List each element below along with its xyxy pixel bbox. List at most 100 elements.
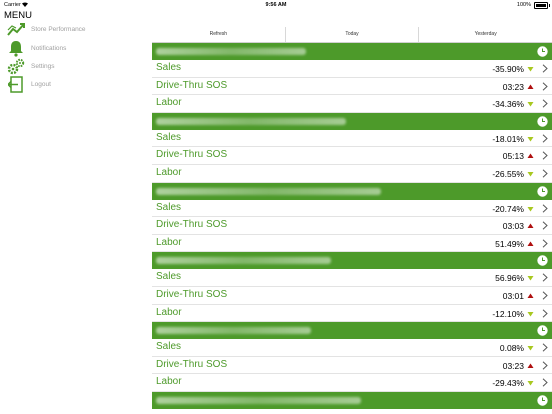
chevron-right-icon[interactable]	[542, 239, 548, 248]
store-name-redacted	[156, 396, 361, 404]
metric-value: -34.36%	[492, 99, 524, 110]
metric-label: Drive-Thru SOS	[156, 149, 228, 161]
metric-value: -35.90%	[492, 64, 524, 74]
metric-label: Sales	[156, 62, 182, 73]
sidebar-item-settings[interactable]: Settings	[6, 57, 146, 75]
clock-icon[interactable]	[537, 185, 548, 197]
status-bar: Carrier 9:56 AM 100%	[0, 0, 552, 10]
store-name-redacted	[156, 187, 381, 195]
chevron-right-icon[interactable]	[542, 169, 548, 178]
store-header[interactable]	[152, 322, 552, 340]
trend-up-icon	[527, 84, 534, 89]
metric-row[interactable]: Drive-Thru SOS 03:23	[152, 356, 552, 375]
metric-label: Drive-Thru SOS	[156, 288, 228, 300]
metric-value: -12.10%	[492, 308, 524, 319]
chevron-right-icon[interactable]	[542, 343, 548, 352]
clock-icon[interactable]	[537, 116, 548, 127]
trend-up-icon	[527, 363, 534, 368]
metric-label: Sales	[156, 271, 182, 283]
chevron-right-icon[interactable]	[542, 308, 548, 318]
metric-value: 05:13	[502, 151, 524, 162]
trend-down-icon	[527, 136, 534, 142]
metric-row[interactable]: Labor 51.49%	[152, 234, 552, 253]
sidebar-item-notifications[interactable]: Notifications	[6, 39, 146, 57]
trend-down-icon	[527, 206, 534, 212]
metric-row[interactable]: Drive-Thru SOS 03:23	[152, 77, 552, 96]
metric-row[interactable]: Sales 0.08%	[152, 339, 552, 357]
metric-value: 03:23	[502, 81, 524, 92]
metric-value: -26.55%	[492, 168, 524, 179]
clock-icon[interactable]	[537, 395, 548, 406]
metric-value: -18.01%	[492, 133, 524, 144]
bell-icon	[6, 39, 26, 57]
metric-row[interactable]: Drive-Thru SOS 03:01	[152, 286, 552, 305]
metric-row[interactable]: Labor -34.36%	[152, 95, 552, 113]
metric-label: Labor	[156, 306, 182, 318]
metric-label: Labor	[156, 97, 182, 109]
metric-row[interactable]: Sales -18.01%	[152, 129, 552, 148]
trend-up-icon	[527, 293, 534, 298]
chevron-right-icon[interactable]	[542, 378, 548, 387]
metric-value: 56.96%	[495, 273, 524, 284]
sidebar-item-label: Store Performance	[31, 25, 86, 33]
metric-label: Drive-Thru SOS	[156, 358, 228, 370]
chevron-right-icon[interactable]	[542, 291, 548, 300]
store-header[interactable]	[152, 112, 552, 130]
tab-today[interactable]: Today	[284, 27, 419, 42]
trend-down-icon	[527, 102, 534, 107]
metric-label: Labor	[156, 376, 182, 388]
metric-row[interactable]: Labor -29.43%	[152, 374, 552, 392]
metric-value: -20.74%	[492, 203, 524, 214]
metric-row[interactable]: Labor -26.55%	[152, 164, 552, 183]
chevron-right-icon[interactable]	[542, 134, 548, 143]
trend-up-icon	[527, 153, 534, 159]
metric-row[interactable]: Drive-Thru SOS 03:03	[152, 217, 552, 235]
trend-up-icon	[527, 241, 534, 246]
store-list: Sales -35.90% Drive-Thru SOS 03:23 Labor -34.…	[152, 43, 552, 409]
store-header[interactable]	[152, 182, 552, 200]
clock-icon[interactable]	[537, 325, 548, 336]
metric-value: -29.43%	[492, 378, 524, 389]
clock-time: 9:56 AM	[265, 2, 287, 8]
chevron-right-icon[interactable]	[542, 361, 548, 370]
logout-icon	[6, 75, 26, 93]
store-name-redacted	[156, 257, 331, 265]
period-tabs: Refresh Today Yesterday	[152, 27, 552, 43]
sidebar-item-label: Notifications	[31, 44, 67, 52]
sidebar-item-store-performance[interactable]: Store Performance	[6, 20, 146, 38]
chevron-right-icon[interactable]	[542, 273, 548, 282]
metric-row[interactable]: Sales -20.74%	[152, 199, 552, 218]
chevron-right-icon[interactable]	[542, 64, 548, 73]
clock-icon[interactable]	[537, 46, 548, 57]
chevron-right-icon[interactable]	[542, 221, 548, 230]
clock-icon[interactable]	[537, 255, 548, 267]
chevron-right-icon[interactable]	[542, 82, 548, 91]
trend-down-icon	[527, 171, 534, 177]
store-header[interactable]	[152, 43, 552, 60]
metric-value: 03:03	[502, 221, 524, 232]
tab-yesterday[interactable]: Yesterday	[418, 27, 552, 42]
metric-row[interactable]: Sales 56.96%	[152, 269, 552, 287]
store-performance-panel: Refresh Today Yesterday Sales -35.90% Driv…	[152, 27, 552, 414]
metric-label: Sales	[156, 131, 182, 143]
chevron-right-icon[interactable]	[542, 151, 548, 160]
chevron-right-icon[interactable]	[542, 203, 548, 213]
metric-row[interactable]: Drive-Thru SOS 05:13	[152, 147, 552, 165]
gears-icon	[6, 57, 26, 75]
store-header[interactable]	[152, 252, 552, 270]
chevron-right-icon[interactable]	[542, 99, 548, 108]
store-header[interactable]	[152, 391, 552, 409]
trend-down-icon	[527, 276, 534, 281]
sidebar-item-logout[interactable]: Logout	[6, 75, 146, 93]
metric-row[interactable]: Sales -35.90%	[152, 60, 552, 78]
store-name-redacted	[156, 327, 311, 335]
sidebar-item-label: Settings	[31, 62, 55, 70]
battery-icon	[534, 1, 550, 9]
metric-row[interactable]: Labor -12.10%	[152, 304, 552, 323]
tab-refresh[interactable]: Refresh	[152, 27, 285, 42]
metric-value: 03:23	[502, 360, 524, 371]
metric-label: Drive-Thru SOS	[156, 219, 228, 231]
sidebar-menu: MENU Store Performance Notifications Set…	[0, 10, 152, 414]
store-name-redacted	[156, 48, 306, 55]
battery-indicator: 100%	[517, 0, 550, 10]
